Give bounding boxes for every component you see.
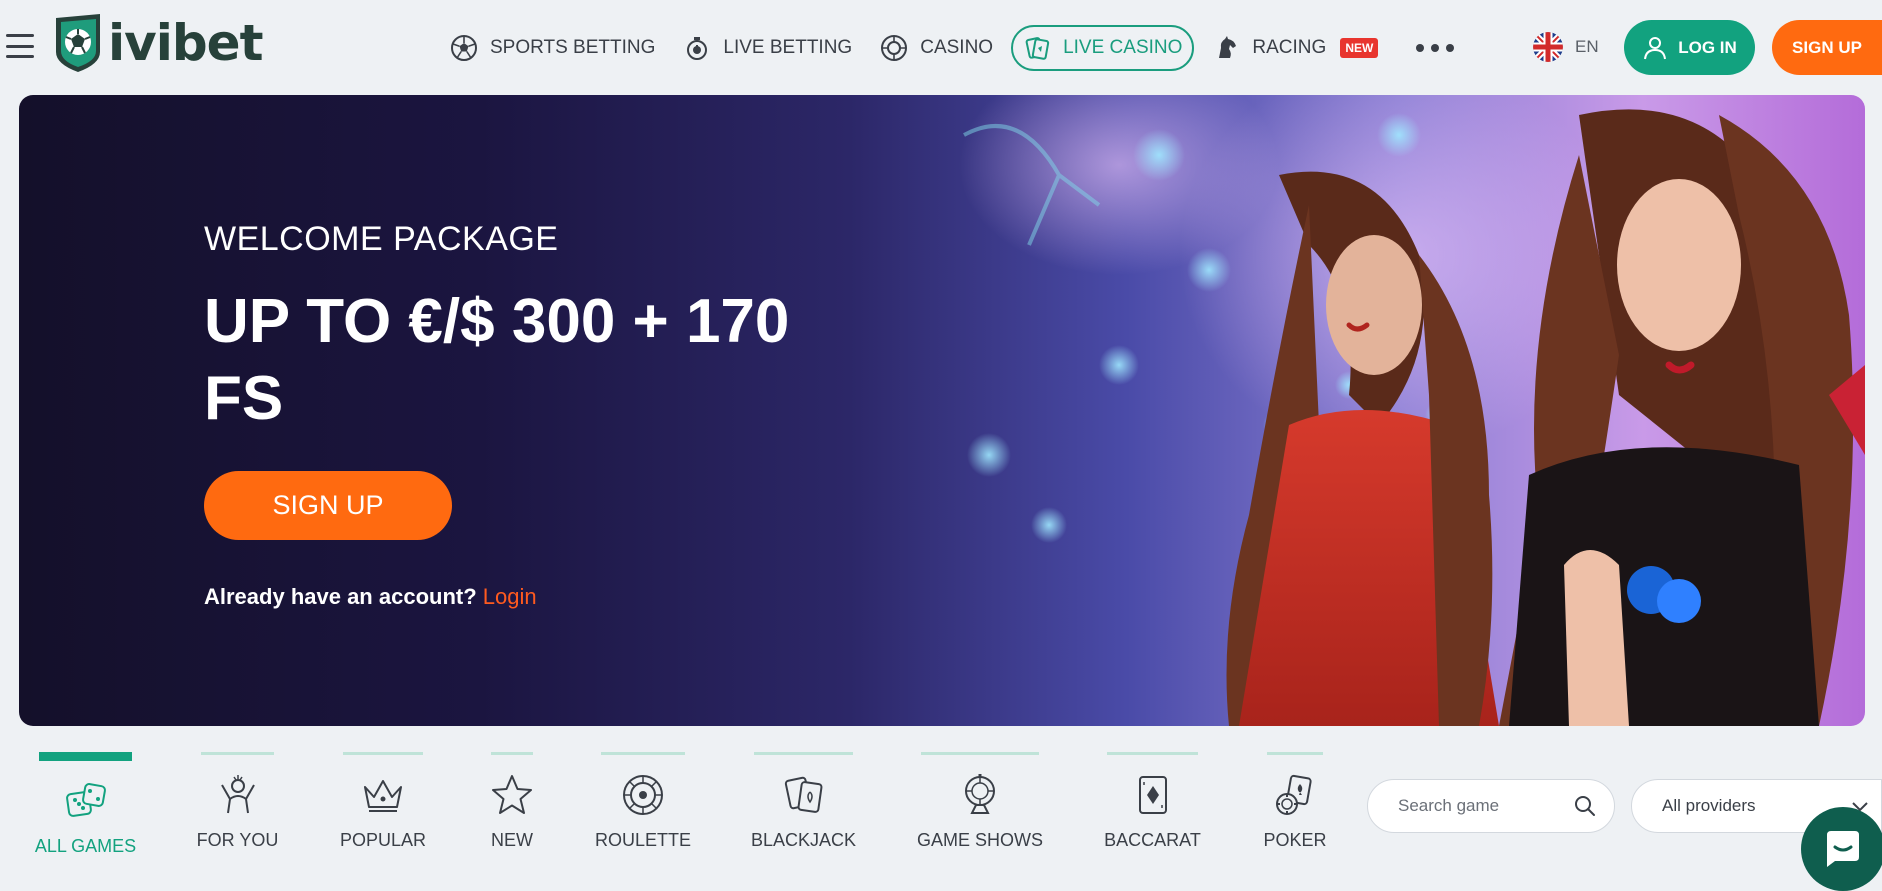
- hero-login-link[interactable]: Login: [483, 584, 537, 609]
- category-indicator: [39, 752, 132, 761]
- search-icon[interactable]: [1574, 795, 1596, 817]
- logo-shield-icon: [56, 14, 100, 72]
- poker-chips-icon: [1276, 774, 1312, 815]
- language-code: EN: [1575, 37, 1599, 56]
- hero-signup-button[interactable]: SIGN UP: [204, 471, 452, 540]
- category-label: NEW: [491, 830, 533, 850]
- category-blackjack[interactable]: BLACKJACK: [750, 752, 857, 851]
- hero-subtitle: WELCOME PACKAGE: [204, 220, 559, 258]
- nav-casino[interactable]: CASINO: [866, 25, 1007, 71]
- signup-label: SIGN UP: [1792, 37, 1862, 57]
- nav-label: LIVE CASINO: [1063, 37, 1183, 58]
- new-badge: NEW: [1340, 38, 1379, 58]
- nav-sports-betting[interactable]: SPORTS BETTING: [436, 25, 669, 71]
- account-prompt-text: Already have an account?: [204, 584, 477, 609]
- nav-live-casino[interactable]: LIVE CASINO: [1011, 25, 1195, 71]
- stopwatch-icon: [687, 37, 708, 60]
- category-new[interactable]: NEW: [491, 752, 533, 851]
- category-label: BLACKJACK: [750, 830, 857, 850]
- cheering-person-icon: [220, 775, 255, 814]
- logo[interactable]: ivibet: [52, 12, 263, 74]
- category-indicator: [1107, 752, 1198, 755]
- category-game-shows[interactable]: GAME SHOWS: [917, 752, 1043, 851]
- user-icon: [1644, 36, 1667, 59]
- more-menu-icon[interactable]: [1416, 44, 1455, 52]
- category-baccarat[interactable]: BACCARAT: [1104, 752, 1201, 851]
- top-header: ivibet SPORTS BETTING LIVE BETTING CASIN…: [0, 0, 1882, 95]
- category-indicator: [921, 752, 1039, 755]
- hero-text-block: WELCOME PACKAGE UP TO €/$ 300 + 170 FS S…: [204, 220, 824, 610]
- cards-icon: [1025, 37, 1050, 60]
- category-label: POKER: [1263, 830, 1327, 850]
- nav-live-betting[interactable]: LIVE BETTING: [669, 25, 866, 71]
- category-indicator: [201, 752, 274, 755]
- login-label: LOG IN: [1678, 37, 1737, 57]
- category-label: ROULETTE: [595, 830, 692, 850]
- hero-signup-label: SIGN UP: [272, 490, 384, 520]
- header-signup-button[interactable]: SIGN UP: [1772, 20, 1882, 75]
- category-label: FOR YOU: [196, 830, 279, 850]
- category-label: ALL GAMES: [34, 836, 137, 856]
- logo-text: ivibet: [108, 14, 263, 72]
- search-box: [1367, 779, 1615, 833]
- star-icon: [492, 775, 532, 814]
- live-chat-button[interactable]: [1801, 807, 1882, 891]
- crown-icon: [364, 780, 402, 812]
- hamburger-menu-icon[interactable]: [6, 34, 34, 58]
- category-roulette[interactable]: ROULETTE: [595, 752, 691, 851]
- category-for-you[interactable]: FOR YOU: [197, 752, 278, 851]
- search-input[interactable]: [1398, 796, 1568, 816]
- login-button[interactable]: LOG IN: [1624, 20, 1755, 75]
- roulette-wheel-icon: [623, 775, 663, 815]
- providers-selected: All providers: [1662, 796, 1756, 815]
- nav-label: SPORTS BETTING: [490, 37, 656, 58]
- horse-icon: [1219, 36, 1237, 58]
- category-label: GAME SHOWS: [917, 830, 1044, 850]
- category-indicator: [754, 752, 853, 755]
- nav-racing[interactable]: RACING NEW: [1198, 25, 1392, 71]
- category-poker[interactable]: POKER: [1263, 752, 1327, 851]
- category-all-games[interactable]: ALL GAMES: [35, 752, 136, 857]
- category-indicator: [601, 752, 685, 755]
- uk-flag-icon: [1533, 32, 1563, 62]
- category-indicator: [491, 752, 533, 755]
- game-categories: ALL GAMES FOR YOU POPULAR NEW ROULETTE B…: [0, 752, 1370, 885]
- category-label: BACCARAT: [1104, 830, 1201, 850]
- nav-label: RACING: [1252, 37, 1327, 58]
- chat-bubble-icon: [1827, 831, 1859, 867]
- category-popular[interactable]: POPULAR: [339, 752, 427, 851]
- category-indicator: [343, 752, 423, 755]
- main-nav: SPORTS BETTING LIVE BETTING CASINO LIVE …: [436, 25, 1455, 71]
- nav-label: LIVE BETTING: [723, 37, 853, 58]
- category-indicator: [1267, 752, 1323, 755]
- soccer-ball-icon: [451, 35, 477, 61]
- hero-title: UP TO €/$ 300 + 170 FS: [204, 287, 790, 433]
- account-prompt: Already have an account? Login: [204, 584, 824, 610]
- language-selector[interactable]: EN: [1533, 32, 1599, 62]
- playing-cards-icon: [784, 776, 822, 813]
- diamond-card-icon: [1138, 776, 1167, 814]
- hero-banner: WELCOME PACKAGE UP TO €/$ 300 + 170 FS S…: [19, 95, 1865, 726]
- dice-icon: [65, 783, 106, 817]
- roulette-icon: [881, 35, 908, 61]
- nav-label: CASINO: [920, 37, 994, 58]
- prize-wheel-icon: [965, 774, 995, 814]
- category-label: POPULAR: [339, 830, 427, 850]
